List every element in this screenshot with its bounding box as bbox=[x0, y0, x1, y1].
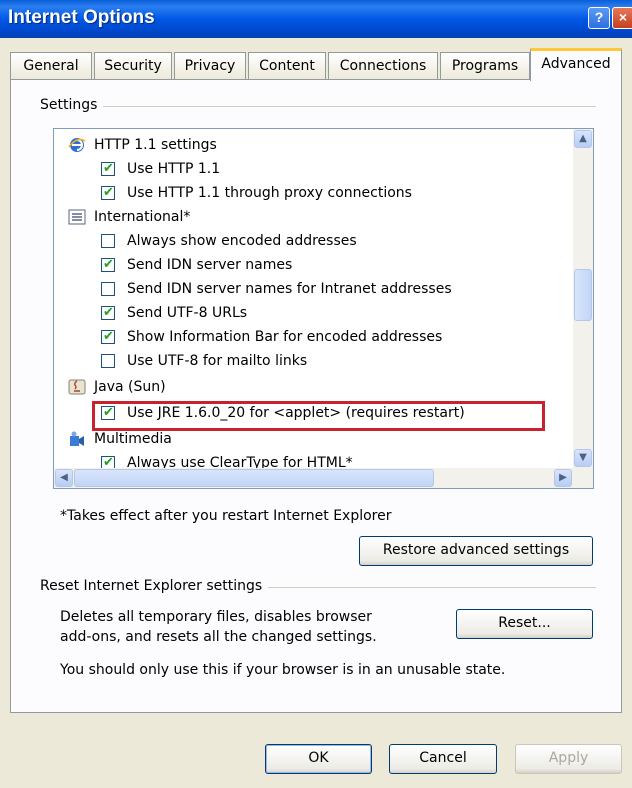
cancel-button[interactable]: Cancel bbox=[389, 744, 497, 774]
restart-footnote: *Takes effect after you restart Internet… bbox=[60, 508, 392, 524]
tab-advanced[interactable]: Advanced bbox=[530, 48, 622, 81]
checkmark-icon: ✔ bbox=[103, 257, 114, 272]
checkbox[interactable]: ✔ bbox=[101, 257, 115, 272]
checkbox[interactable]: ✔ bbox=[101, 161, 115, 176]
list-item-send-utf8-urls[interactable]: ✔ Send UTF-8 URLs bbox=[54, 301, 564, 325]
reset-group-label: Reset Internet Explorer settings bbox=[40, 578, 269, 594]
tab-general[interactable]: General bbox=[10, 52, 92, 80]
tab-content[interactable]: Content bbox=[248, 52, 326, 80]
list-item-use-http11-proxy[interactable]: ✔ Use HTTP 1.1 through proxy connections bbox=[54, 181, 564, 205]
list-item-java-group: Java (Sun) bbox=[54, 375, 564, 399]
checkmark-icon: ✔ bbox=[103, 305, 114, 320]
checkbox[interactable] bbox=[101, 234, 115, 248]
checkbox[interactable]: ✔ bbox=[101, 329, 115, 344]
checkbox[interactable] bbox=[101, 282, 115, 296]
java-icon bbox=[68, 379, 86, 395]
close-button[interactable]: × bbox=[612, 7, 632, 29]
reset-warning-text: You should only use this if your browser… bbox=[60, 662, 506, 678]
checkbox[interactable] bbox=[101, 354, 115, 368]
vertical-scrollbar[interactable]: ▲ ▼ bbox=[573, 129, 593, 468]
horizontal-scroll-thumb[interactable] bbox=[74, 469, 434, 487]
list-item-label: International* bbox=[94, 209, 191, 225]
horizontal-scrollbar[interactable]: ◀ ▶ bbox=[54, 468, 593, 488]
list-item-use-http11[interactable]: ✔ Use HTTP 1.1 bbox=[54, 157, 564, 181]
list-item-label: Use UTF-8 for mailto links bbox=[127, 353, 308, 369]
list-item-label: Java (Sun) bbox=[94, 379, 166, 395]
title-bar[interactable]: Internet Options ? × bbox=[0, 0, 632, 38]
scroll-up-icon[interactable]: ▲ bbox=[574, 130, 592, 148]
vertical-scroll-thumb[interactable] bbox=[574, 269, 592, 321]
list-item-label: Use HTTP 1.1 bbox=[127, 161, 221, 177]
advanced-settings-list[interactable]: HTTP 1.1 settings ✔ Use HTTP 1.1 ✔ Use H… bbox=[53, 128, 594, 489]
multimedia-icon bbox=[70, 431, 84, 446]
help-button[interactable]: ? bbox=[588, 7, 610, 29]
list-item-send-idn[interactable]: ✔ Send IDN server names bbox=[54, 253, 564, 277]
checkmark-icon: ✔ bbox=[103, 161, 114, 176]
apply-button[interactable]: Apply bbox=[515, 744, 622, 774]
internet-explorer-icon bbox=[68, 138, 86, 152]
reset-description-line1: Deletes all temporary files, disables br… bbox=[60, 609, 372, 625]
tab-connections[interactable]: Connections bbox=[328, 52, 438, 80]
settings-group-label: Settings bbox=[40, 97, 104, 113]
list-item-label: Send IDN server names bbox=[127, 257, 293, 273]
tab-programs[interactable]: Programs bbox=[440, 52, 530, 80]
list-item-label: HTTP 1.1 settings bbox=[94, 137, 217, 153]
list-item-label: Send UTF-8 URLs bbox=[127, 305, 248, 321]
international-icon bbox=[68, 209, 86, 225]
checkmark-icon: ✔ bbox=[103, 185, 114, 200]
scroll-right-icon[interactable]: ▶ bbox=[554, 469, 572, 487]
tab-privacy[interactable]: Privacy bbox=[174, 52, 246, 80]
scroll-down-icon[interactable]: ▼ bbox=[574, 449, 592, 467]
list-item-http11-group: HTTP 1.1 settings bbox=[54, 133, 564, 157]
ok-button[interactable]: OK bbox=[265, 744, 372, 774]
jre-highlight-box bbox=[92, 401, 545, 431]
list-item-show-info-bar[interactable]: ✔ Show Information Bar for encoded addre… bbox=[54, 325, 564, 349]
list-item-label: Show Information Bar for encoded address… bbox=[127, 329, 443, 345]
reset-button[interactable]: Reset... bbox=[456, 609, 593, 639]
list-item-label: Use HTTP 1.1 through proxy connections bbox=[127, 185, 412, 201]
reset-description-line2: add-ons, and resets all the changed sett… bbox=[60, 629, 377, 645]
list-item-utf8-mailto[interactable]: Use UTF-8 for mailto links bbox=[54, 349, 564, 373]
list-item-always-show-encoded[interactable]: Always show encoded addresses bbox=[54, 229, 564, 253]
settings-group-divider bbox=[40, 106, 596, 107]
checkbox[interactable]: ✔ bbox=[101, 305, 115, 320]
checkmark-icon: ✔ bbox=[103, 329, 114, 344]
list-item-label: Send IDN server names for Intranet addre… bbox=[127, 281, 452, 297]
internet-options-window: Internet Options ? × General Security Pr… bbox=[0, 0, 632, 788]
checkbox[interactable]: ✔ bbox=[101, 185, 115, 200]
restore-advanced-settings-button[interactable]: Restore advanced settings bbox=[359, 536, 593, 566]
list-item-international-group: International* bbox=[54, 205, 564, 229]
scroll-left-icon[interactable]: ◀ bbox=[55, 469, 73, 487]
list-item-label: Always show encoded addresses bbox=[127, 233, 357, 249]
tab-security[interactable]: Security bbox=[94, 52, 172, 80]
list-item-send-idn-intranet[interactable]: Send IDN server names for Intranet addre… bbox=[54, 277, 564, 301]
window-title: Internet Options bbox=[8, 7, 155, 28]
